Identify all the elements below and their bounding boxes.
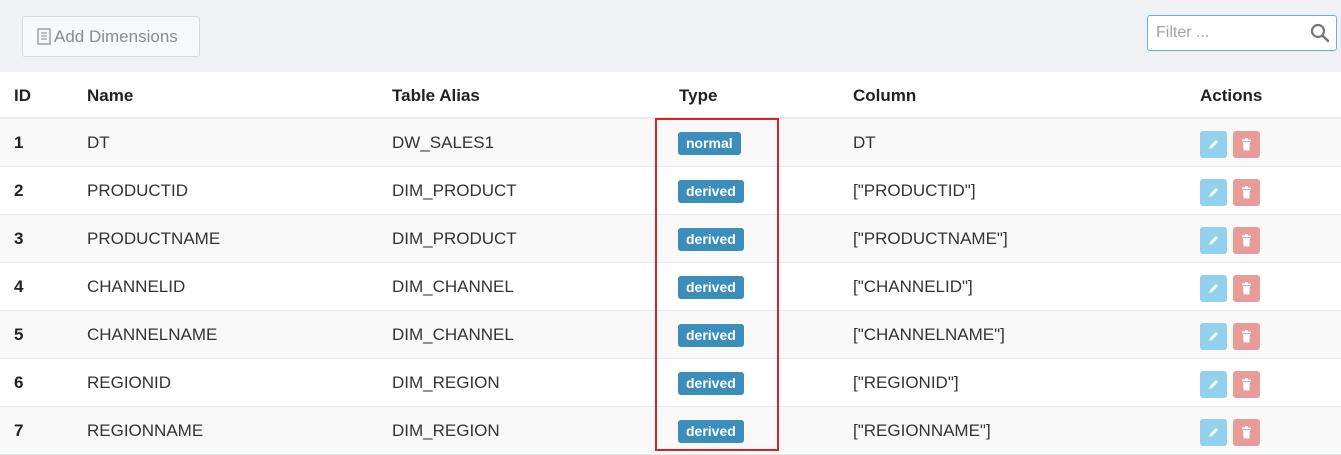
add-dimensions-label: Add Dimensions xyxy=(54,26,178,46)
delete-button[interactable] xyxy=(1233,227,1260,254)
table-row: 4 CHANNELID DIM_CHANNEL derived ["CHANNE… xyxy=(0,263,1341,311)
delete-button[interactable] xyxy=(1233,179,1260,206)
cell-name: REGIONID xyxy=(87,373,172,392)
cell-table-alias: DW_SALES1 xyxy=(392,133,495,152)
header-name[interactable]: Name xyxy=(87,72,133,119)
cell-id: 5 xyxy=(14,325,24,344)
edit-button[interactable] xyxy=(1200,371,1227,398)
table-row: 6 REGIONID DIM_REGION derived ["REGIONID… xyxy=(0,359,1341,407)
delete-button[interactable] xyxy=(1233,131,1260,158)
edit-button[interactable] xyxy=(1200,227,1227,254)
cell-table-alias: DIM_CHANNEL xyxy=(392,277,514,296)
pencil-icon xyxy=(1209,428,1218,437)
document-icon xyxy=(37,28,51,45)
trash-icon xyxy=(1242,234,1251,247)
edit-button[interactable] xyxy=(1200,419,1227,446)
cell-name: DT xyxy=(87,133,110,152)
type-badge: derived xyxy=(678,180,744,203)
cell-column: ["PRODUCTNAME"] xyxy=(853,229,1008,248)
trash-icon xyxy=(1242,426,1251,439)
pencil-icon xyxy=(1209,332,1218,341)
filter-input[interactable] xyxy=(1148,16,1298,50)
type-badge: derived xyxy=(678,324,744,347)
edit-button[interactable] xyxy=(1200,131,1227,158)
table-row: 7 REGIONNAME DIM_REGION derived ["REGION… xyxy=(0,407,1341,455)
trash-icon xyxy=(1242,330,1251,343)
table-row: 5 CHANNELNAME DIM_CHANNEL derived ["CHAN… xyxy=(0,311,1341,359)
cell-table-alias: DIM_CHANNEL xyxy=(392,325,514,344)
cell-name: REGIONNAME xyxy=(87,421,204,440)
table-row: 2 PRODUCTID DIM_PRODUCT derived ["PRODUC… xyxy=(0,167,1341,215)
header-id[interactable]: ID xyxy=(14,72,31,119)
toolbar: Add Dimensions xyxy=(0,0,1341,72)
edit-button[interactable] xyxy=(1200,323,1227,350)
edit-button[interactable] xyxy=(1200,179,1227,206)
cell-column: ["REGIONID"] xyxy=(853,373,959,392)
cell-id: 2 xyxy=(14,181,24,200)
delete-button[interactable] xyxy=(1233,323,1260,350)
cell-name: PRODUCTID xyxy=(87,181,189,200)
cell-column: ["CHANNELNAME"] xyxy=(853,325,1005,344)
delete-button[interactable] xyxy=(1233,275,1260,302)
cell-id: 4 xyxy=(14,277,24,296)
type-badge: derived xyxy=(678,276,744,299)
cell-column: ["CHANNELID"] xyxy=(853,277,973,296)
cell-column: DT xyxy=(853,133,876,152)
add-dimensions-button[interactable]: Add Dimensions xyxy=(22,16,200,57)
cell-name: PRODUCTNAME xyxy=(87,229,221,248)
pencil-icon xyxy=(1209,236,1218,245)
type-badge: derived xyxy=(678,228,744,251)
table-header: ID Name Table Alias Type Column Actions xyxy=(0,72,1341,119)
cell-table-alias: DIM_PRODUCT xyxy=(392,181,517,200)
trash-icon xyxy=(1242,282,1251,295)
pencil-icon xyxy=(1209,380,1218,389)
header-actions: Actions xyxy=(1200,86,1263,105)
filter-box xyxy=(1147,15,1337,51)
table-row: 3 PRODUCTNAME DIM_PRODUCT derived ["PROD… xyxy=(0,215,1341,263)
cell-table-alias: DIM_REGION xyxy=(392,373,500,392)
type-badge: derived xyxy=(678,372,744,395)
search-icon[interactable] xyxy=(1310,23,1330,43)
cell-id: 6 xyxy=(14,373,24,392)
header-type[interactable]: Type xyxy=(679,72,717,119)
table-row: 1 DT DW_SALES1 normal DT xyxy=(0,119,1341,167)
cell-column: ["REGIONNAME"] xyxy=(853,421,991,440)
cell-column: ["PRODUCTID"] xyxy=(853,181,976,200)
trash-icon xyxy=(1242,186,1251,199)
pencil-icon xyxy=(1209,188,1218,197)
trash-icon xyxy=(1242,138,1251,151)
delete-button[interactable] xyxy=(1233,371,1260,398)
type-badge: derived xyxy=(678,420,744,443)
header-column[interactable]: Column xyxy=(853,72,916,119)
cell-id: 7 xyxy=(14,421,24,440)
trash-icon xyxy=(1242,378,1251,391)
cell-id: 3 xyxy=(14,229,24,248)
cell-table-alias: DIM_REGION xyxy=(392,421,500,440)
cell-name: CHANNELNAME xyxy=(87,325,218,344)
pencil-icon xyxy=(1209,284,1218,293)
cell-id: 1 xyxy=(14,133,24,152)
type-badge: normal xyxy=(678,132,741,155)
cell-table-alias: DIM_PRODUCT xyxy=(392,229,517,248)
pencil-icon xyxy=(1209,140,1218,149)
edit-button[interactable] xyxy=(1200,275,1227,302)
delete-button[interactable] xyxy=(1233,419,1260,446)
header-table-alias[interactable]: Table Alias xyxy=(392,72,480,119)
cell-name: CHANNELID xyxy=(87,277,186,296)
